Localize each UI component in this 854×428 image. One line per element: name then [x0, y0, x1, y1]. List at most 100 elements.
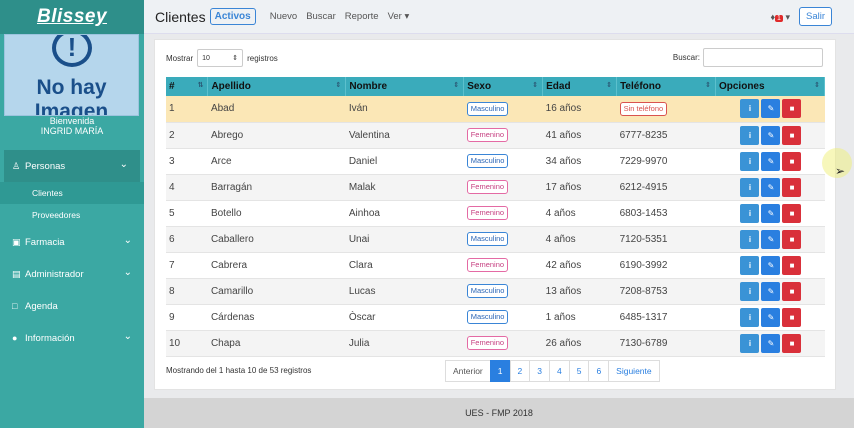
- sidebar-item-personas[interactable]: ♙ Personas ⌄: [4, 150, 140, 182]
- delete-button[interactable]: ■: [782, 255, 802, 275]
- sidebar-item-informacion[interactable]: ● Información ⌄: [0, 322, 144, 354]
- row-actions: i ✎ ■: [740, 229, 824, 249]
- info-button[interactable]: i: [740, 255, 760, 275]
- table-row[interactable]: 7 Cabrera Clara Femenino 42 años 6190-3992 i ✎ ■: [166, 252, 825, 279]
- header-sexo[interactable]: Sexo ⇕: [463, 77, 544, 96]
- welcome-label: Bienvenida: [49, 116, 95, 126]
- sidebar-item-agenda[interactable]: □ Agenda: [0, 290, 144, 322]
- info-icon: i: [748, 260, 752, 270]
- sidebar-item-clientes[interactable]: Clientes: [0, 182, 144, 204]
- table-row[interactable]: 9 Cárdenas Òscar Masculino 1 años 6485-1317 i ✎…: [166, 304, 825, 331]
- header-opciones[interactable]: Opciones ⇕: [715, 77, 826, 96]
- pager-page-1[interactable]: 1: [489, 360, 511, 382]
- info-button[interactable]: i: [740, 229, 760, 249]
- pager-page-5[interactable]: 5: [568, 360, 590, 382]
- delete-button[interactable]: ■: [782, 307, 802, 327]
- row-number: 2: [166, 122, 208, 149]
- info-button[interactable]: i: [740, 151, 760, 171]
- edit-button[interactable]: ✎: [761, 125, 781, 145]
- sort-icon: ⇕: [453, 82, 460, 89]
- header-telefono[interactable]: Teléfono ⇕: [616, 77, 716, 96]
- table-row[interactable]: 5 Botello Ainhoa Femenino 4 años 6803-1453 i ✎ ■: [166, 200, 825, 227]
- delete-button[interactable]: ■: [782, 203, 802, 223]
- row-opciones: i ✎ ■: [715, 252, 825, 279]
- table-row[interactable]: 3 Arce Daniel Masculino 34 años 7229-9970 i ✎ ■: [166, 148, 825, 175]
- row-actions: i ✎ ■: [740, 333, 824, 353]
- info-button[interactable]: i: [740, 203, 760, 223]
- edit-button[interactable]: ✎: [761, 281, 781, 301]
- info-button[interactable]: i: [740, 333, 760, 353]
- pager-page-3[interactable]: 3: [529, 360, 550, 382]
- delete-button[interactable]: ■: [782, 281, 802, 301]
- delete-button[interactable]: ■: [782, 99, 802, 119]
- avatar: ! No hay Imagen: [4, 34, 139, 116]
- sidebar-item-administrador[interactable]: ▤ Administrador ⌄: [0, 258, 144, 290]
- sidebar-item-label: Agenda: [25, 300, 58, 312]
- info-button[interactable]: i: [740, 307, 760, 327]
- info-button[interactable]: i: [740, 177, 760, 197]
- lock-icon: ▤: [12, 268, 21, 279]
- nav-nuevo[interactable]: Nuevo: [270, 11, 297, 22]
- table-row[interactable]: 1 Abad Iván Masculino 16 años Sin teléfono i ✎ ■: [166, 96, 825, 123]
- trash-icon: ■: [789, 208, 795, 218]
- brand-logo[interactable]: Blissey: [0, 0, 144, 34]
- header-edad[interactable]: Edad ⇕: [542, 77, 618, 96]
- delete-button[interactable]: ■: [782, 151, 802, 171]
- caret-down-icon: ▾: [785, 12, 790, 22]
- pager-page-4[interactable]: 4: [548, 360, 570, 382]
- table-row[interactable]: 10 Chapa Julia Femenino 26 años 7130-6789 i ✎ ■: [166, 330, 825, 357]
- logout-button[interactable]: Salir: [798, 7, 832, 26]
- edit-button[interactable]: ✎: [761, 333, 781, 353]
- table-row[interactable]: 6 Caballero Unai Masculino 4 años 7120-5351 i ✎…: [166, 226, 825, 253]
- edit-button[interactable]: ✎: [761, 229, 781, 249]
- page-length-select[interactable]: 10 ⇕: [197, 49, 244, 67]
- edit-button[interactable]: ✎: [761, 151, 781, 171]
- pager-page-2[interactable]: 2: [509, 360, 531, 382]
- cursor-arrow-icon: ➢: [835, 164, 846, 178]
- edit-button[interactable]: ✎: [761, 99, 781, 119]
- header-nombre[interactable]: Nombre ⇕: [345, 77, 465, 96]
- edit-button[interactable]: ✎: [761, 177, 781, 197]
- header-number[interactable]: # ⇅: [166, 77, 209, 96]
- info-button[interactable]: i: [740, 281, 760, 301]
- edit-button[interactable]: ✎: [761, 307, 781, 327]
- edit-button[interactable]: ✎: [761, 255, 781, 275]
- trash-icon: ■: [789, 338, 795, 348]
- edit-button[interactable]: ✎: [761, 203, 781, 223]
- delete-button[interactable]: ■: [782, 333, 802, 353]
- delete-button[interactable]: ■: [782, 177, 802, 197]
- row-number: 4: [166, 174, 208, 201]
- nav-reporte[interactable]: Reporte: [345, 11, 379, 22]
- header-apellido[interactable]: Apellido ⇕: [207, 77, 347, 96]
- sidebar-item-farmacia[interactable]: ▣ Farmacia ⌄: [0, 226, 144, 258]
- sidebar-item-proveedores[interactable]: Proveedores: [0, 204, 144, 226]
- row-number: 5: [166, 200, 208, 227]
- info-button[interactable]: i: [740, 125, 760, 145]
- status-badge[interactable]: Activos: [209, 8, 256, 25]
- pager-prev-button[interactable]: Anterior: [445, 360, 491, 382]
- delete-button[interactable]: ■: [782, 229, 802, 249]
- table-row[interactable]: 4 Barragán Malak Femenino 17 años 6212-4915 i ✎…: [166, 174, 825, 201]
- table-row[interactable]: 8 Camarillo Lucas Masculino 13 años 7208-8753…: [166, 278, 825, 305]
- show-label: Mostrar: [166, 53, 194, 63]
- nav-ver[interactable]: Ver ▾: [388, 11, 410, 22]
- pager-next-button[interactable]: Siguiente: [608, 360, 660, 382]
- nav-buscar[interactable]: Buscar: [306, 11, 336, 22]
- calendar-icon: □: [12, 301, 18, 311]
- row-nombre: Daniel: [345, 148, 464, 175]
- delete-button[interactable]: ■: [782, 125, 802, 145]
- brand-name: Blissey: [36, 6, 108, 27]
- no-phone-badge: Sin teléfono: [619, 101, 668, 116]
- notifications-button[interactable]: ♦ 1 ▾: [770, 12, 790, 23]
- page-length-value: 10: [202, 54, 210, 62]
- edit-icon: ✎: [767, 234, 775, 244]
- pager-page-6[interactable]: 6: [588, 360, 610, 382]
- nav-ver-label: Ver: [387, 11, 402, 22]
- search-control: Buscar:: [673, 48, 823, 67]
- search-input[interactable]: [703, 48, 823, 67]
- info-button[interactable]: i: [740, 99, 760, 119]
- sidebar-item-label: Información: [25, 332, 75, 344]
- row-edad: 17 años: [542, 174, 617, 201]
- table-row[interactable]: 2 Abrego Valentina Femenino 41 años 6777-8235…: [166, 122, 825, 149]
- row-actions: i ✎ ■: [740, 125, 824, 145]
